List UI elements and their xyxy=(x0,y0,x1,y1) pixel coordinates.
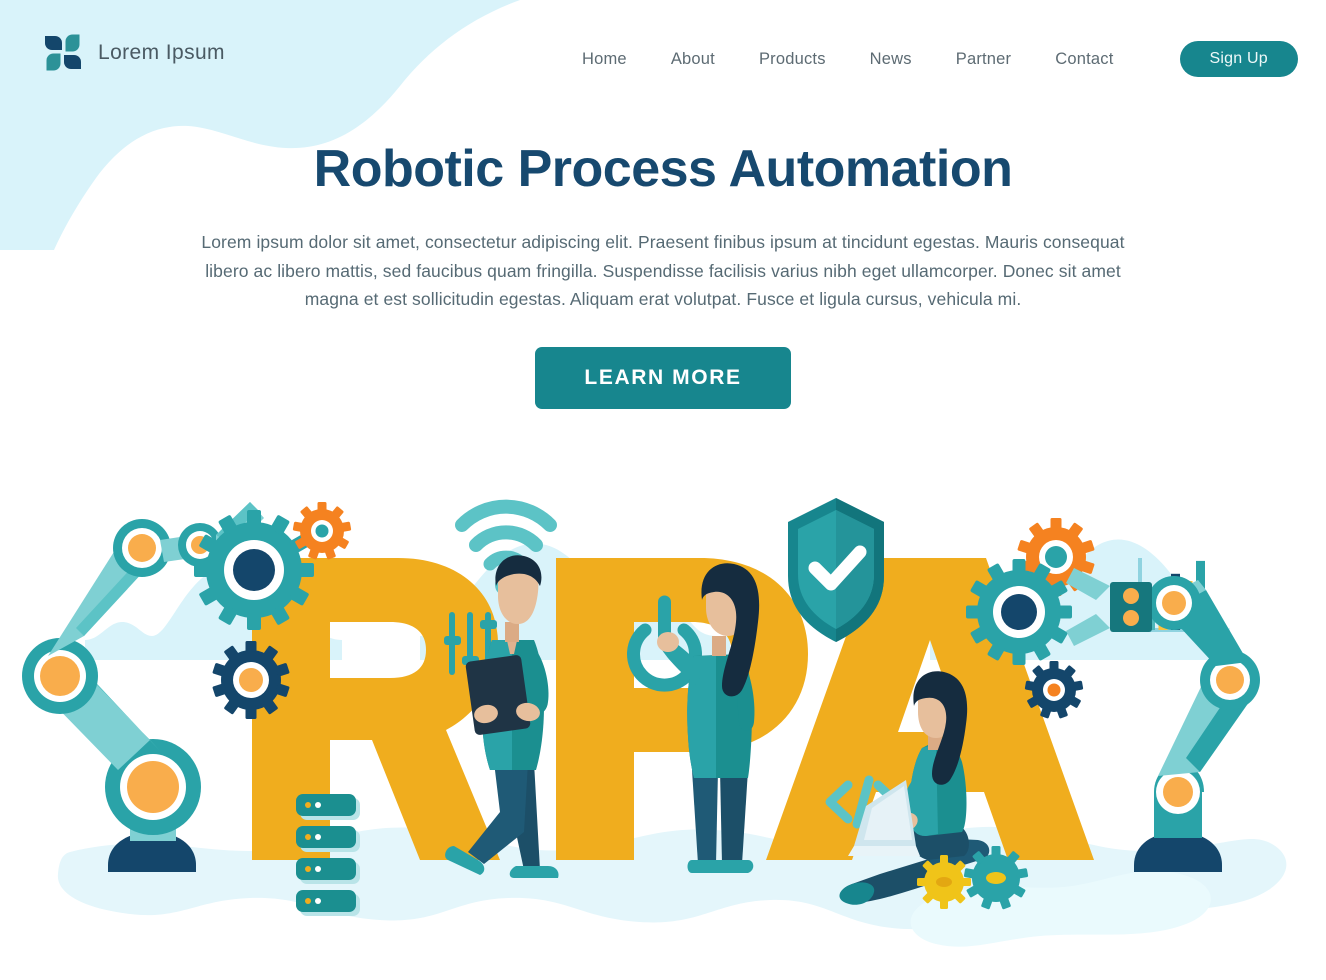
big-letter-p xyxy=(556,558,808,860)
learn-more-button[interactable]: LEARN MORE xyxy=(535,347,791,410)
nav-item-products[interactable]: Products xyxy=(737,50,848,69)
page-root: Lorem Ipsum Home About Products News Par… xyxy=(0,0,1326,980)
hero-paragraph: Lorem ipsum dolor sit amet, consectetur … xyxy=(201,232,1125,309)
nav-item-contact[interactable]: Contact xyxy=(1033,50,1135,69)
brand[interactable]: Lorem Ipsum xyxy=(42,33,225,73)
nav-item-home[interactable]: Home xyxy=(560,50,649,69)
page-title: Robotic Process Automation xyxy=(313,140,1013,198)
site-header: Lorem Ipsum Home About Products News Par… xyxy=(0,0,1326,110)
cta-wrapper: LEARN MORE xyxy=(0,347,1326,410)
nav-item-about[interactable]: About xyxy=(649,50,737,69)
hero-illustration xyxy=(0,440,1326,980)
main-nav: Home About Products News Partner Contact… xyxy=(560,41,1298,77)
ground-shadow-blob xyxy=(57,826,1287,947)
sign-up-button[interactable]: Sign Up xyxy=(1179,41,1298,77)
brand-name: Lorem Ipsum xyxy=(98,41,225,64)
hero-section: Robotic Process Automation Lorem ipsum d… xyxy=(0,140,1326,410)
gear-small-orange-icon xyxy=(292,502,352,560)
big-letter-r xyxy=(252,558,500,860)
nav-item-news[interactable]: News xyxy=(848,50,934,69)
nav-item-partner[interactable]: Partner xyxy=(934,50,1034,69)
four-petal-logo-icon xyxy=(45,34,81,71)
